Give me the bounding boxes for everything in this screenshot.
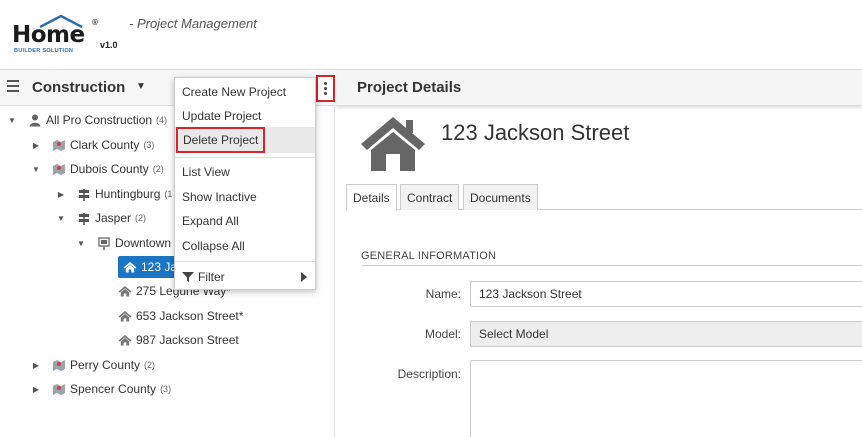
tree-item-count: (2) xyxy=(135,213,147,223)
menu-item-show-inactive[interactable]: Show Inactive xyxy=(175,185,315,209)
tree-item-label: Clark County xyxy=(70,138,140,152)
collapse-toggle-icon[interactable]: ▼ xyxy=(55,214,67,223)
tree-item-perry-county[interactable]: ▶ Perry County (2) xyxy=(30,354,155,376)
tree-item-count: (1 xyxy=(164,189,173,199)
tree-item-count: (3) xyxy=(143,140,155,150)
company-selector[interactable]: Construction xyxy=(32,79,125,96)
tree-item-downtown[interactable]: ▼ Downtown xyxy=(75,232,171,254)
description-textarea[interactable] xyxy=(470,360,862,437)
house-icon xyxy=(123,260,137,274)
menu-item-update-project[interactable]: Update Project xyxy=(175,104,315,128)
menu-item-list-view[interactable]: List View xyxy=(175,160,315,184)
tab-details[interactable]: Details xyxy=(346,184,397,211)
section-divider xyxy=(361,265,862,266)
tree-item-123-jackson-street[interactable]: 123 Ja xyxy=(118,256,182,278)
company-dropdown-caret-icon[interactable]: ▼ xyxy=(136,81,146,92)
tree-item-653-jackson-street[interactable]: 653 Jackson Street* xyxy=(118,305,243,327)
tree-item-label: Jasper xyxy=(95,211,132,225)
house-icon xyxy=(118,309,132,323)
project-details-panel: Project Details 123 Jackson Street Detai… xyxy=(336,70,862,437)
tree-item-all-pro-construction[interactable]: ▼ All Pro Construction (4) xyxy=(6,109,167,131)
tree-item-label: 123 Ja xyxy=(141,260,178,274)
tree-item-label: Perry County xyxy=(70,358,141,372)
details-toolbar: Project Details xyxy=(336,70,862,106)
house-icon xyxy=(118,284,132,298)
collapse-toggle-icon[interactable]: ▼ xyxy=(75,239,87,248)
city-sign-icon xyxy=(77,211,91,225)
description-label: Description: xyxy=(397,367,461,381)
tree-options-menu: Create New Project Update Project Delete… xyxy=(174,77,316,290)
name-label: Name: xyxy=(425,287,461,301)
expand-toggle-icon[interactable]: ▶ xyxy=(30,385,42,394)
collapse-toggle-icon[interactable]: ▼ xyxy=(6,116,18,125)
tree-item-count: (4) xyxy=(156,115,168,125)
collapse-toggle-icon[interactable]: ▼ xyxy=(30,165,42,174)
tree-item-label: Spencer County xyxy=(70,382,157,396)
app-subtitle: - Project Management xyxy=(129,16,257,31)
menu-divider xyxy=(175,157,315,158)
name-field[interactable]: 123 Jackson Street xyxy=(470,281,862,307)
county-map-icon xyxy=(52,162,66,176)
logo-tagline: BUILDER SOLUTION xyxy=(14,48,74,54)
tree-options-kebab-button[interactable] xyxy=(316,75,335,102)
app-version: v1.0 xyxy=(100,40,118,50)
county-map-icon xyxy=(52,358,66,372)
tree-item-label: Downtown xyxy=(115,236,172,250)
menu-item-delete-project[interactable]: Delete Project xyxy=(176,127,265,153)
tree-item-count: (3) xyxy=(160,384,172,394)
logo-wordmark: Home xyxy=(12,22,85,48)
expand-toggle-icon[interactable]: ▶ xyxy=(30,361,42,370)
tree-item-clark-county[interactable]: ▶ Clark County (3) xyxy=(30,134,154,156)
menu-item-filter[interactable]: Filter xyxy=(175,265,315,289)
tree-item-huntingburg[interactable]: ▶ Huntingburg (1 xyxy=(55,183,172,205)
tree-item-label: All Pro Construction xyxy=(46,113,153,127)
filter-icon xyxy=(182,272,194,282)
tree-item-987-jackson-street[interactable]: 987 Jackson Street xyxy=(118,329,239,351)
hamburger-menu-icon[interactable] xyxy=(7,80,19,92)
county-map-icon xyxy=(52,382,66,396)
menu-item-collapse-all[interactable]: Collapse All xyxy=(175,234,315,258)
company-icon xyxy=(28,113,42,127)
details-panel-title: Project Details xyxy=(357,79,462,96)
submenu-arrow-icon xyxy=(301,272,307,282)
tree-item-label: Huntingburg xyxy=(95,187,161,201)
city-sign-icon xyxy=(77,187,91,201)
tree-item-jasper[interactable]: ▼ Jasper (2) xyxy=(55,207,146,229)
expand-toggle-icon[interactable]: ▶ xyxy=(55,190,67,199)
expand-toggle-icon[interactable]: ▶ xyxy=(30,141,42,150)
project-title: 123 Jackson Street xyxy=(441,120,630,145)
menu-divider xyxy=(175,261,315,262)
section-general-information: GENERAL INFORMATION xyxy=(361,250,497,262)
tree-item-count: (2) xyxy=(144,360,156,370)
model-label: Model: xyxy=(424,327,461,341)
menu-item-expand-all[interactable]: Expand All xyxy=(175,209,315,233)
logo-registered-mark: ® xyxy=(92,18,98,27)
home-builder-logo: Home ® BUILDER SOLUTION v1.0 xyxy=(10,12,125,62)
tree-item-dubois-county[interactable]: ▼ Dubois County (2) xyxy=(30,158,164,180)
tree-item-label: 653 Jackson Street* xyxy=(136,309,244,323)
subdivision-icon xyxy=(97,236,111,250)
tree-item-label: 987 Jackson Street xyxy=(136,333,239,347)
model-select[interactable]: Select Model xyxy=(470,321,862,347)
house-icon xyxy=(118,333,132,347)
menu-item-filter-label: Filter xyxy=(198,270,225,284)
house-icon xyxy=(361,117,425,171)
tree-item-label: Dubois County xyxy=(70,162,149,176)
menu-item-create-new-project[interactable]: Create New Project xyxy=(175,80,315,104)
tab-contract[interactable]: Contract xyxy=(400,184,460,210)
app-header: Home ® BUILDER SOLUTION v1.0 - Project M… xyxy=(0,0,862,70)
tree-item-spencer-county[interactable]: ▶ Spencer County (3) xyxy=(30,378,171,400)
selected-highlight: 123 Ja xyxy=(118,256,182,278)
county-map-icon xyxy=(52,138,66,152)
tree-item-count: (2) xyxy=(152,164,164,174)
tab-documents[interactable]: Documents xyxy=(463,184,538,210)
details-tabs: Details Contract Documents xyxy=(346,184,862,211)
